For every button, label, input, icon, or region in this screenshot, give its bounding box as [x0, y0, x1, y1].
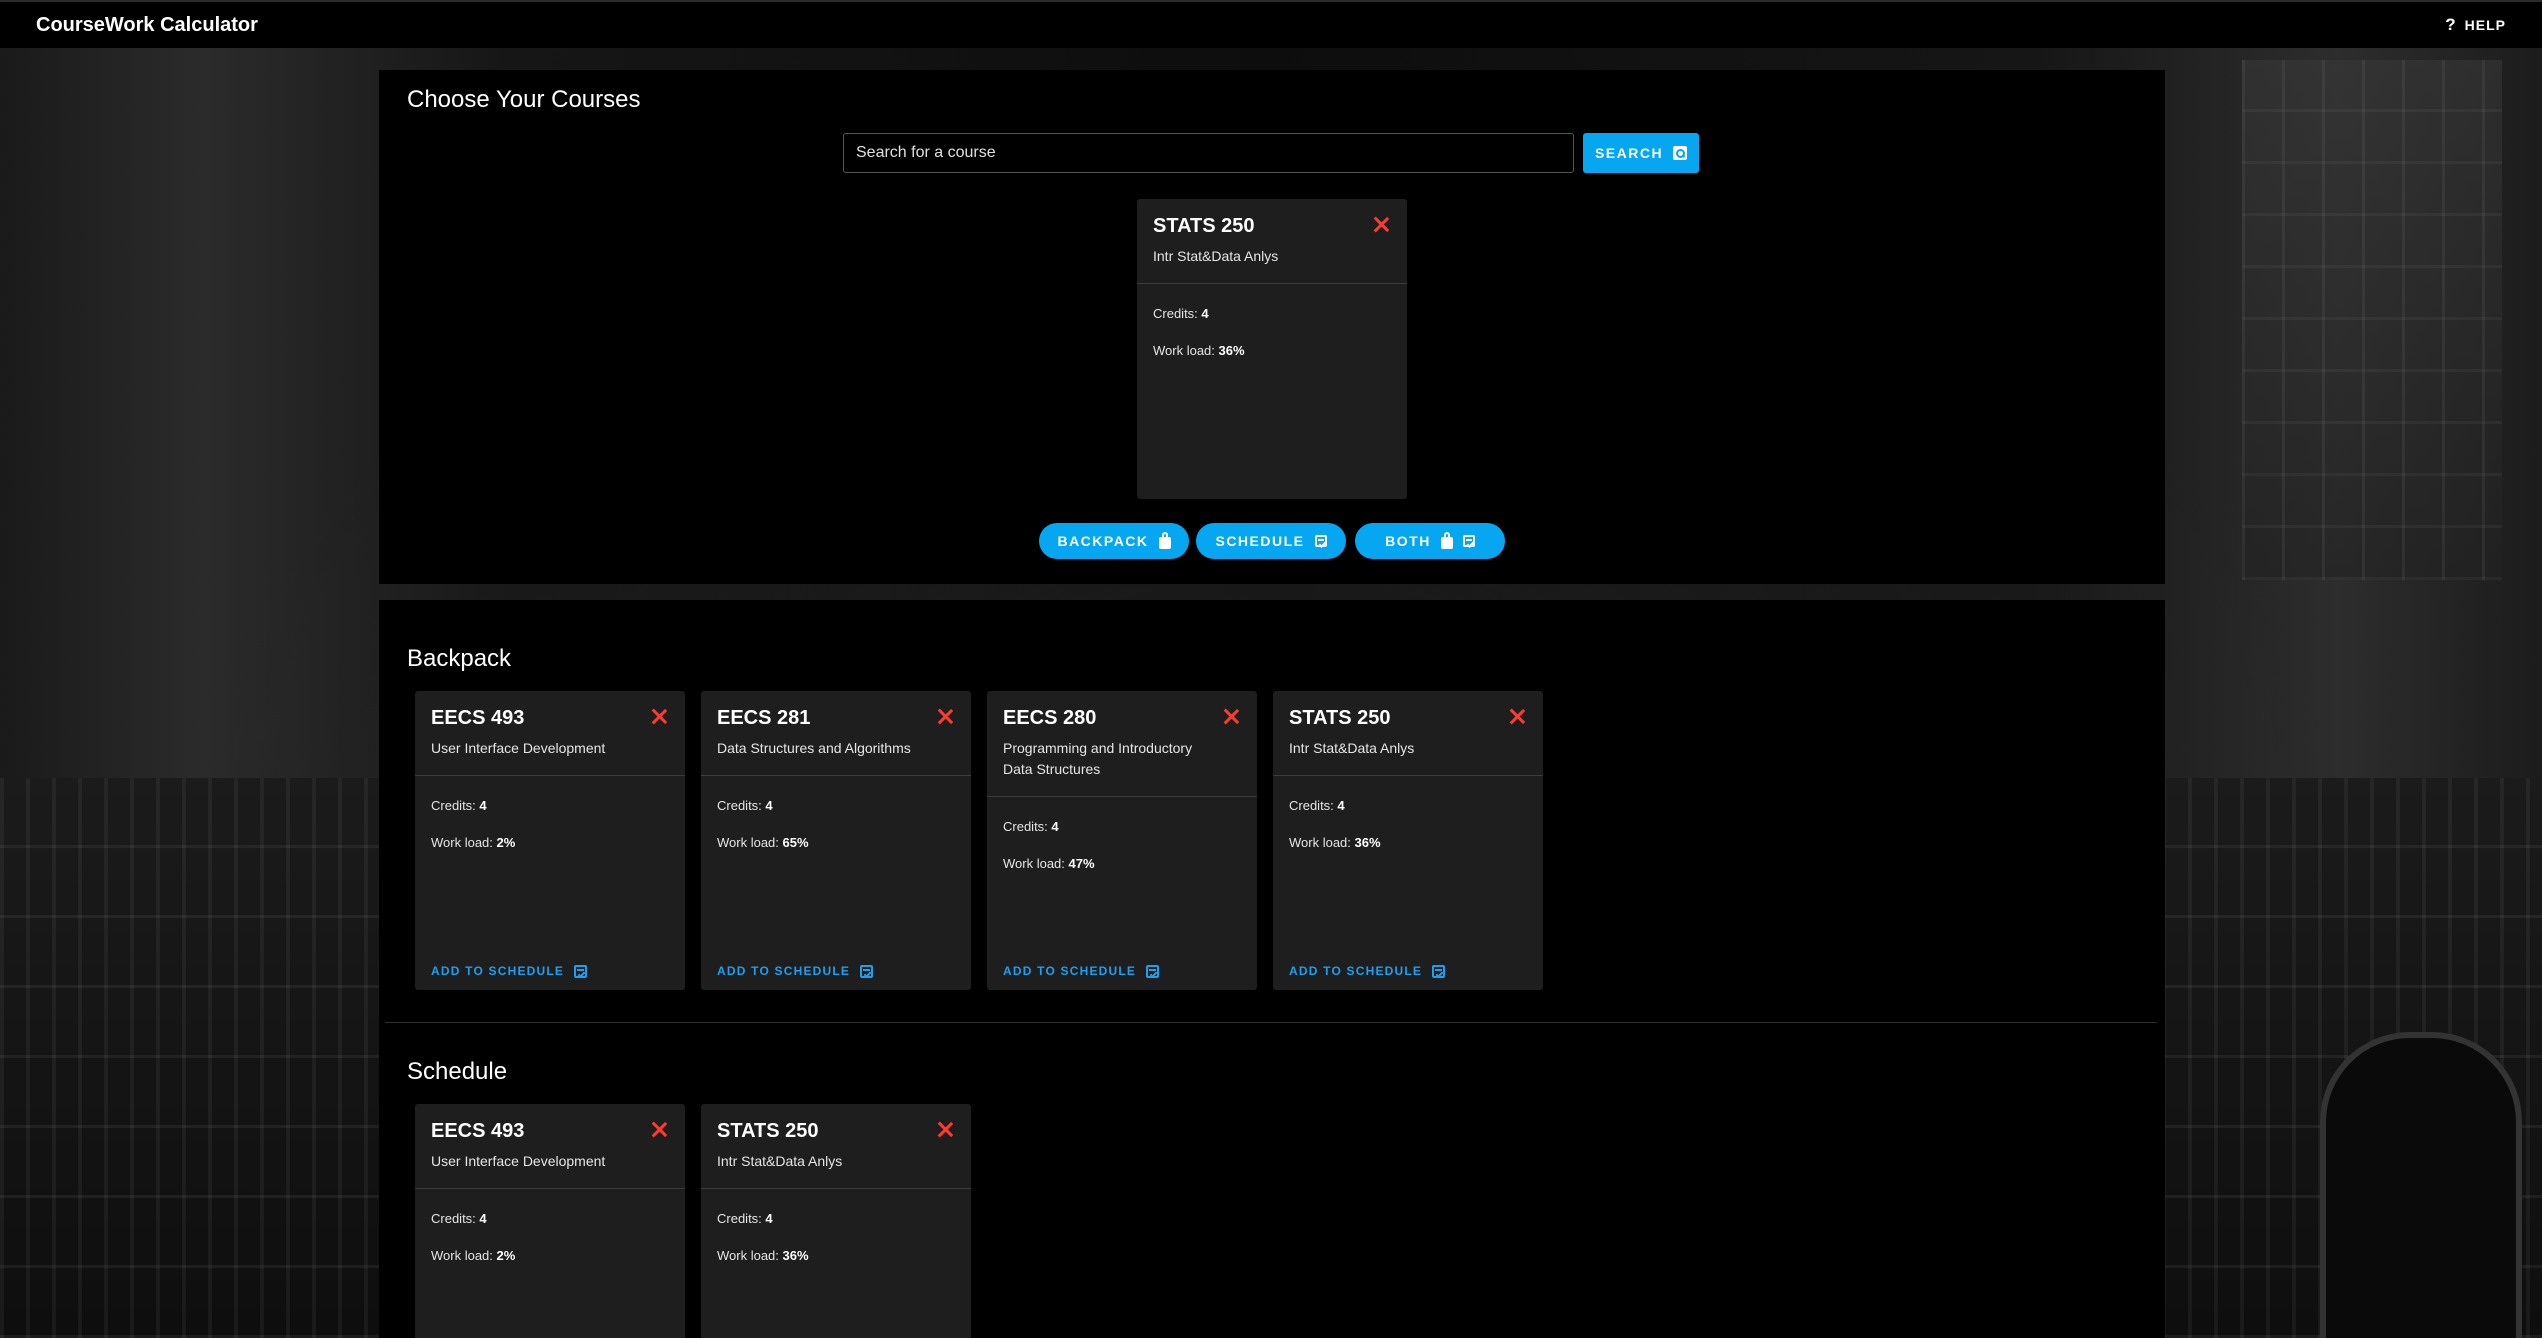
course-name: Intr Stat&Data Anlys	[1153, 248, 1279, 264]
add-to-both-button[interactable]: BOTH	[1355, 523, 1505, 559]
add-to-backpack-button[interactable]: BACKPACK	[1039, 523, 1189, 559]
course-code: STATS 250	[1153, 215, 1255, 237]
workload-stat: Work load: 36%	[1289, 835, 1381, 850]
course-name: Intr Stat&Data Anlys	[1289, 740, 1415, 756]
workload-value: 36%	[1218, 343, 1245, 358]
choose-courses-title: Choose Your Courses	[407, 86, 641, 113]
close-icon[interactable]	[1507, 706, 1527, 726]
credits-value: 4	[1201, 306, 1209, 321]
credits-value: 4	[1051, 819, 1059, 834]
course-name: User Interface Development	[431, 1153, 606, 1169]
search-button[interactable]: SEARCH	[1583, 133, 1699, 173]
course-name: Programming and Introductory Data Struct…	[1003, 740, 1193, 777]
schedule-button-label: SCHEDULE	[1215, 533, 1305, 549]
backpack-course-card: EECS 493 User Interface Development Credit…	[415, 691, 685, 990]
course-code: EECS 493	[431, 1120, 525, 1142]
add-to-schedule-label: ADD TO SCHEDULE	[431, 964, 565, 978]
workload-value: 47%	[1068, 856, 1095, 871]
course-code: EECS 281	[717, 707, 811, 729]
add-to-schedule-label: ADD TO SCHEDULE	[1003, 964, 1137, 978]
credits-stat: Credits: 4	[431, 1211, 487, 1226]
add-to-schedule-link[interactable]: ADD TO SCHEDULE	[1289, 964, 1446, 978]
backpack-icon	[1158, 531, 1171, 549]
close-icon[interactable]	[935, 706, 955, 726]
credits-value: 4	[1337, 798, 1345, 813]
workload-stat: Work load: 2%	[431, 835, 516, 850]
workload-stat: Work load: 36%	[1153, 343, 1245, 358]
course-code: EECS 280	[1003, 707, 1097, 729]
search-button-label: SEARCH	[1594, 145, 1664, 161]
search-input[interactable]	[843, 133, 1574, 173]
backpack-title: Backpack	[407, 645, 512, 672]
workload-stat: Work load: 65%	[717, 835, 809, 850]
calendar-icon	[860, 964, 874, 978]
calendar-icon	[1314, 535, 1327, 547]
course-name: Intr Stat&Data Anlys	[717, 1153, 843, 1169]
workload-stat: Work load: 47%	[1003, 856, 1095, 871]
help-label: HELP	[2464, 17, 2506, 33]
course-name: Data Structures and Algorithms	[717, 740, 911, 756]
app-bar: CourseWork Calculator ? HELP	[0, 0, 2542, 48]
workload-value: 65%	[782, 835, 809, 850]
close-icon[interactable]	[935, 1119, 955, 1139]
calendar-icon	[574, 964, 588, 978]
credits-value: 4	[765, 798, 773, 813]
credits-value: 4	[479, 798, 487, 813]
credits-value: 4	[765, 1211, 773, 1226]
add-to-schedule-label: ADD TO SCHEDULE	[1289, 964, 1423, 978]
backpack-icon	[1440, 531, 1453, 549]
backpack-button-label: BACKPACK	[1057, 533, 1149, 549]
search-icon	[1673, 146, 1688, 160]
section-divider	[385, 1022, 2157, 1023]
schedule-course-card: STATS 250 Intr Stat&Data Anlys Credits: 4 W…	[701, 1104, 971, 1338]
course-code: STATS 250	[1289, 707, 1391, 729]
workload-value: 2%	[496, 835, 516, 850]
credits-stat: Credits: 4	[717, 798, 773, 813]
close-icon[interactable]	[649, 706, 669, 726]
backpack-course-card: EECS 280 Programming and Introductory Dat…	[987, 691, 1257, 990]
close-icon[interactable]	[1371, 214, 1391, 234]
credits-stat: Credits: 4	[431, 798, 487, 813]
add-to-schedule-button[interactable]: SCHEDULE	[1196, 523, 1346, 559]
add-to-schedule-link[interactable]: ADD TO SCHEDULE	[431, 964, 588, 978]
workload-value: 36%	[782, 1248, 809, 1263]
workload-stat: Work load: 2%	[431, 1248, 516, 1263]
schedule-title: Schedule	[407, 1058, 508, 1085]
help-button[interactable]: ? HELP	[2445, 15, 2506, 35]
schedule-course-card: EECS 493 User Interface Development Credit…	[415, 1104, 685, 1338]
add-to-schedule-link[interactable]: ADD TO SCHEDULE	[1003, 964, 1160, 978]
selected-course-card: STATS 250 Intr Stat&Data Anlys Credits: …	[1137, 199, 1407, 499]
close-icon[interactable]	[1221, 706, 1241, 726]
add-to-schedule-link[interactable]: ADD TO SCHEDULE	[717, 964, 874, 978]
add-to-schedule-label: ADD TO SCHEDULE	[717, 964, 851, 978]
help-icon: ?	[2445, 15, 2457, 34]
credits-value: 4	[479, 1211, 487, 1226]
credits-stat: Credits: 4	[1289, 798, 1345, 813]
credits-stat: Credits: 4	[717, 1211, 773, 1226]
course-code: STATS 250	[717, 1120, 819, 1142]
both-button-label: BOTH	[1385, 533, 1431, 549]
calendar-icon	[1432, 964, 1446, 978]
app-title: CourseWork Calculator	[36, 13, 258, 36]
calendar-icon	[1146, 964, 1160, 978]
credits-stat: Credits: 4	[1003, 819, 1059, 834]
backpack-course-card: STATS 250 Intr Stat&Data Anlys Credits: 4 W…	[1273, 691, 1543, 990]
course-name: User Interface Development	[431, 740, 606, 756]
workload-stat: Work load: 36%	[717, 1248, 809, 1263]
course-code: EECS 493	[431, 707, 525, 729]
workload-value: 2%	[496, 1248, 516, 1263]
close-icon[interactable]	[649, 1119, 669, 1139]
workload-value: 36%	[1354, 835, 1381, 850]
credits-stat: Credits: 4	[1153, 306, 1209, 321]
calendar-icon	[1462, 535, 1475, 547]
backpack-course-card: EECS 281 Data Structures and Algorithms Cr…	[701, 691, 971, 990]
